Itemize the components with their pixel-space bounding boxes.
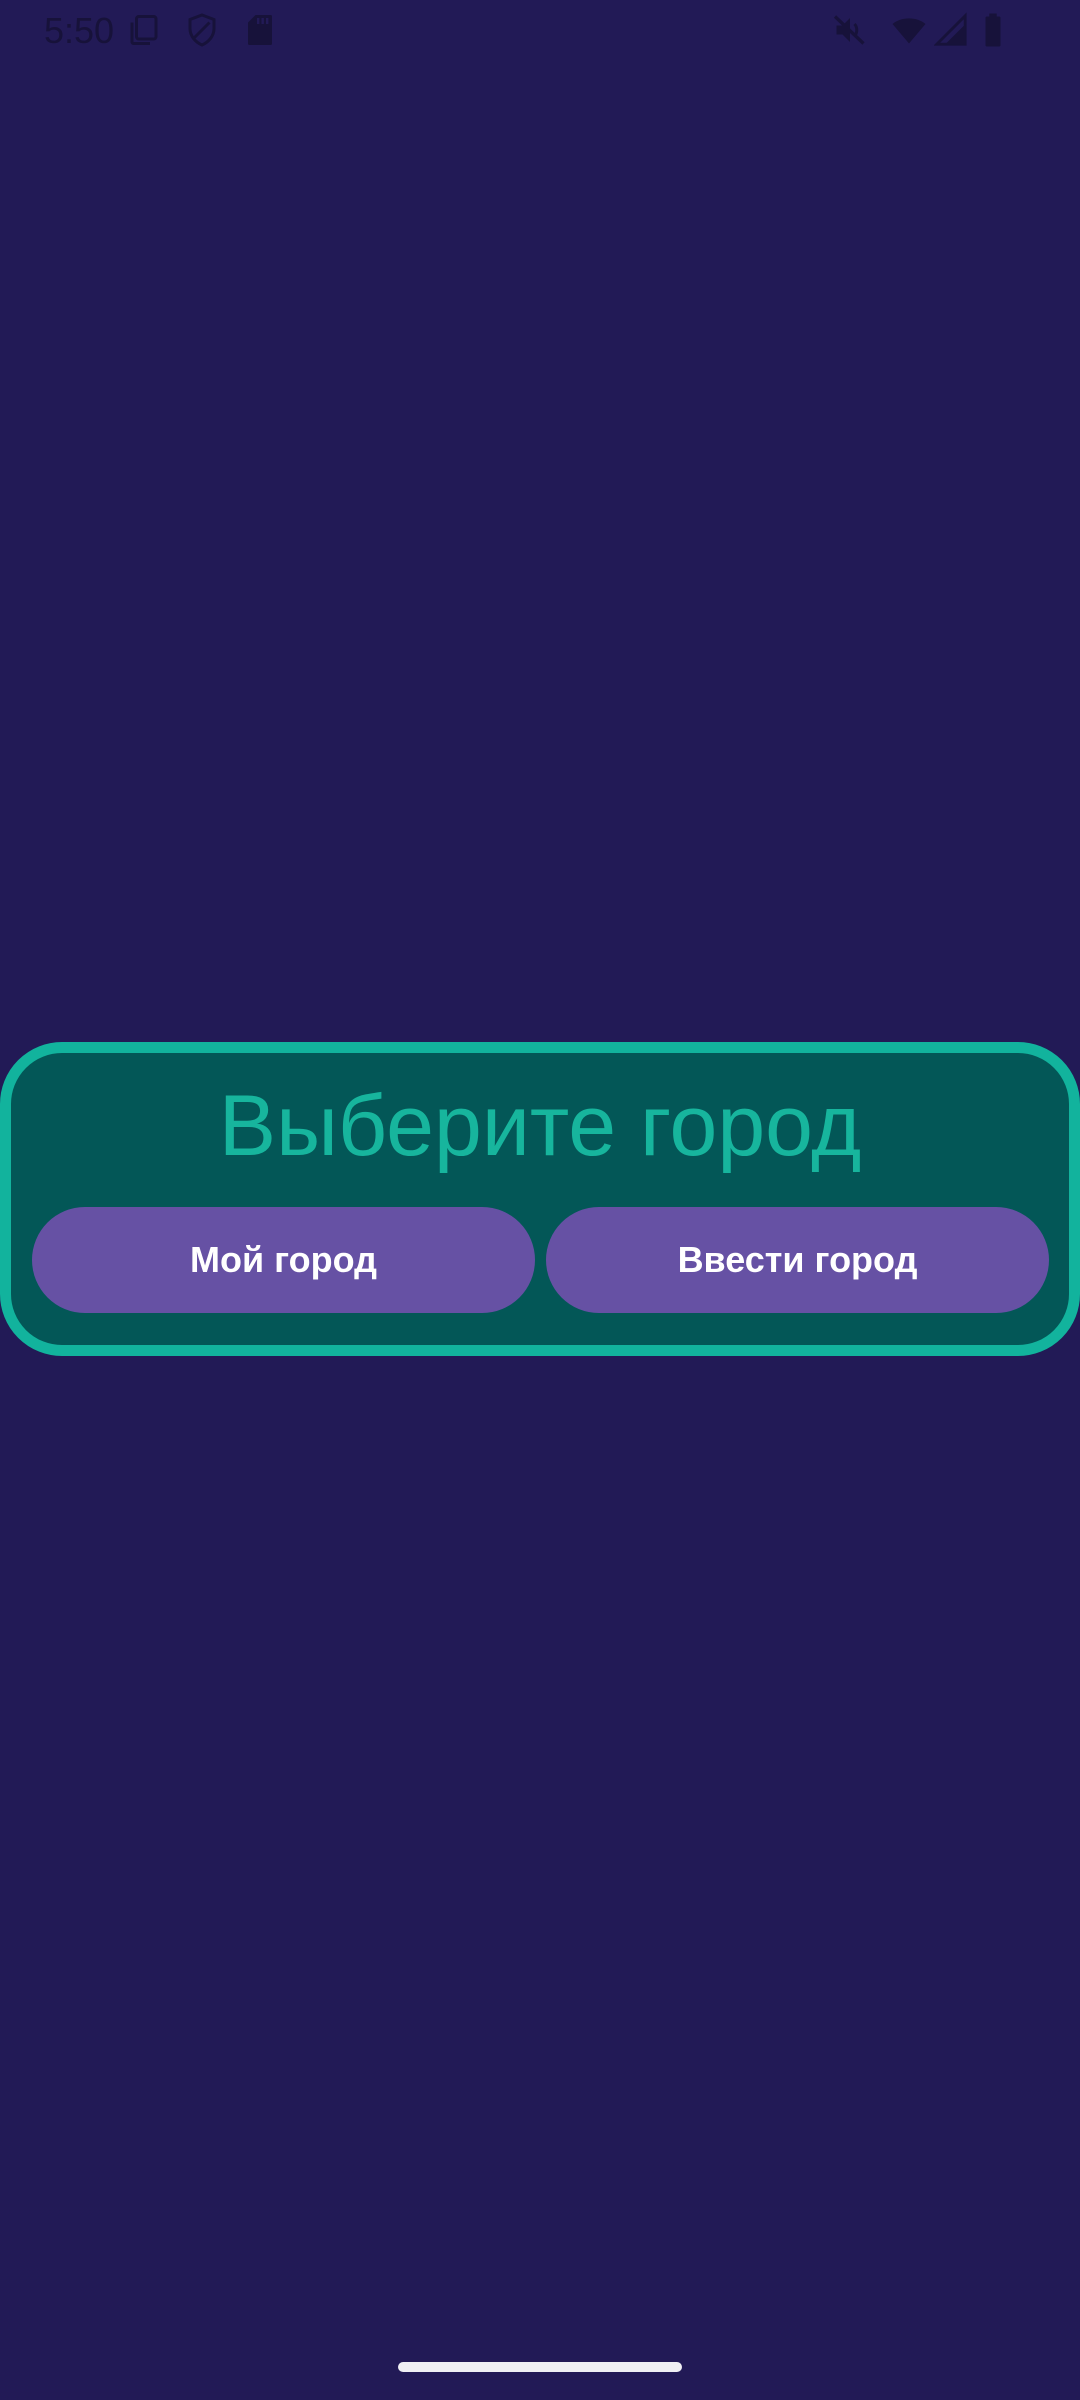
screen: 5:50 Выберите город Мой город Ввести гор… bbox=[0, 0, 1080, 2400]
status-bar: 5:50 bbox=[0, 0, 1080, 62]
my-city-button[interactable]: Мой город bbox=[32, 1207, 535, 1313]
enter-city-button[interactable]: Ввести город bbox=[546, 1207, 1049, 1313]
copy-icon bbox=[126, 12, 162, 48]
sd-card-icon bbox=[242, 12, 278, 48]
battery-icon bbox=[982, 12, 1004, 48]
card-title: Выберите город bbox=[218, 1078, 862, 1174]
wifi-icon bbox=[890, 12, 928, 48]
gesture-navigation-bar[interactable] bbox=[398, 2362, 682, 2372]
signal-icon bbox=[934, 12, 968, 48]
status-time: 5:50 bbox=[44, 10, 115, 51]
city-select-card: Выберите город Мой город Ввести город bbox=[0, 1042, 1080, 1356]
mute-icon bbox=[832, 12, 868, 48]
shield-icon bbox=[184, 12, 220, 48]
